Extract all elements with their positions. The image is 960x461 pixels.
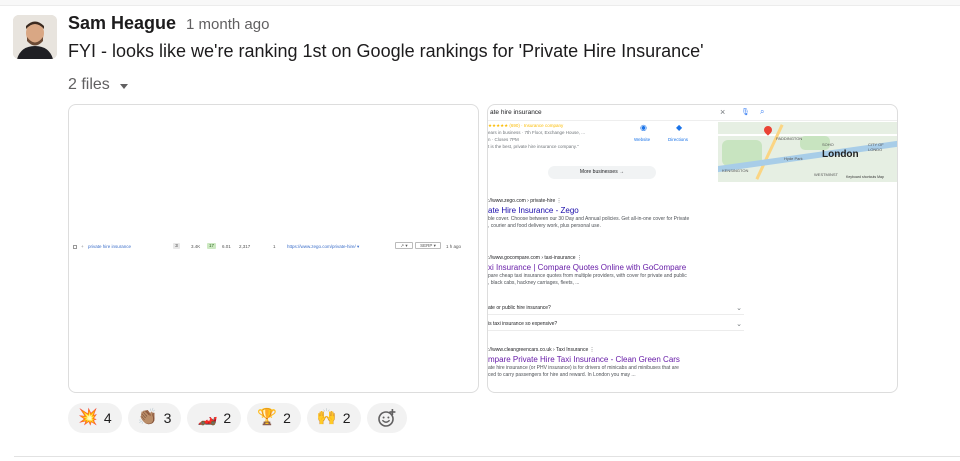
updated-time: 1 h ago xyxy=(446,244,462,249)
directions-link: Directions xyxy=(668,137,689,142)
faq-item-2: is taxi insurance so expensive? ⌄ xyxy=(488,318,744,331)
microphone-icon: 🎙 xyxy=(741,109,750,116)
faq-question: is taxi insurance so expensive? xyxy=(488,321,558,327)
map-label-kensington: KENSINGTON xyxy=(722,168,749,173)
add-reaction-button[interactable] xyxy=(366,403,407,433)
checkbox-icon xyxy=(73,245,77,249)
search-icon: ⌕ xyxy=(760,107,765,116)
raised-hands-icon: 🙌 xyxy=(316,409,337,426)
map-keyboard-shortcuts: Keyboard shortcuts Map xyxy=(846,175,884,179)
message-text: FYI - looks like we're ranking 1st on Go… xyxy=(68,41,704,61)
search-query: ate hire insurance xyxy=(490,109,542,116)
business-hours: n · Closes 7PM xyxy=(488,137,519,142)
result-snippet-2: ced to carry passengers for hire and rew… xyxy=(488,372,636,378)
clear-icon: × xyxy=(720,107,726,117)
caret-down-icon xyxy=(119,83,128,89)
faq-item-1: ate or public hire insurance? ⌄ xyxy=(488,302,744,315)
result-cite: ://www.gocompare.com › taxi-insurance ⋮ xyxy=(488,255,582,261)
serp-button: SERP ▾ xyxy=(415,242,441,249)
boom-icon: 💥 xyxy=(78,409,98,426)
message-timestamp[interactable]: 1 month ago xyxy=(186,16,269,33)
position-value: 1 xyxy=(273,244,276,249)
add-reaction-icon xyxy=(377,409,395,427)
traffic-value: 2,317 xyxy=(239,244,251,249)
chevron-down-icon: ⌄ xyxy=(736,305,742,312)
map-label-london: London xyxy=(822,149,859,160)
result-title: mpare Private Hire Taxi Insurance - Clea… xyxy=(488,355,680,364)
map-label-hyde-park: Hyde Park xyxy=(784,156,803,161)
faq-question: ate or public hire insurance? xyxy=(488,305,551,311)
result-snippet-2: , black cabs, hackney carriages, fleets,… xyxy=(488,280,580,286)
avatar[interactable] xyxy=(13,15,57,59)
result-cite: ://www.cleangreencars.co.uk › Taxi Insur… xyxy=(488,347,595,353)
clap-icon: 👏🏽 xyxy=(137,409,158,426)
cpc-value: 6.01 xyxy=(222,244,231,249)
result-title: xi Insurance | Compare Quotes Online wit… xyxy=(488,263,687,272)
files-label: 2 files xyxy=(68,76,110,93)
volume-value: 3.4K xyxy=(191,244,201,249)
google-search-bar: ate hire insurance × 🎙 ⌕ xyxy=(488,105,897,121)
search-result-2: ://www.gocompare.com › taxi-insurance ⋮ … xyxy=(488,254,748,287)
plus-icon: + xyxy=(81,244,84,249)
business-info: ★★★★★ (690) · Insurance company ears in … xyxy=(488,122,628,150)
bottom-divider xyxy=(14,456,960,457)
map-label-soho: SOHO xyxy=(822,142,834,147)
keyword-row: + private hire insurance 3 3.4K 17 6.01 … xyxy=(69,242,478,253)
reaction-trophy[interactable]: 🏆 2 xyxy=(247,403,301,433)
map-label-city: CITY OF LONDO xyxy=(868,142,884,152)
file-attachment-2[interactable]: ate hire insurance × 🎙 ⌕ ★★★★★ (690) · I… xyxy=(487,104,898,393)
reaction-count: 2 xyxy=(283,410,291,426)
globe-icon: ◉ xyxy=(640,123,647,132)
message-header: Sam Heague 1 month ago xyxy=(68,13,269,34)
map-road xyxy=(718,134,897,136)
reaction-racing-car[interactable]: 🏎️ 2 xyxy=(187,403,242,433)
reaction-count: 2 xyxy=(342,410,351,426)
map-label-paddington: PADDINGTON xyxy=(776,136,803,141)
reaction-clap[interactable]: 👏🏽 3 xyxy=(127,403,182,433)
avatar-photo xyxy=(13,15,57,59)
reaction-count: 3 xyxy=(163,410,172,426)
website-link: Website xyxy=(634,137,651,142)
map-preview: PADDINGTON SOHO CITY OF LONDO Hyde Park … xyxy=(718,122,897,182)
author-name[interactable]: Sam Heague xyxy=(68,13,176,34)
directions-icon: ◆ xyxy=(676,123,683,132)
ranking-url: https://www.zego.com/private-hire/ ▾ xyxy=(287,244,360,249)
business-details: ears in business · 7th Floor, Exchange H… xyxy=(488,130,586,135)
result-snippet: pare cheap taxi insurance quotes from mu… xyxy=(488,273,687,279)
result-cite: ://www.zego.com › private-hire ⋮ xyxy=(488,198,562,204)
rating-line: ★★★★★ (690) · Insurance company xyxy=(488,123,564,128)
reactions-bar: 💥 4 👏🏽 3 🏎️ 2 🏆 2 🙌 2 xyxy=(68,403,407,433)
more-businesses-button: More businesses → xyxy=(548,166,656,179)
reaction-count: 4 xyxy=(103,410,112,426)
search-result-1: ://www.zego.com › private-hire ⋮ ate Hir… xyxy=(488,197,748,230)
files-toggle[interactable]: 2 files xyxy=(68,76,128,94)
racing-car-icon: 🏎️ xyxy=(197,409,218,426)
kd-value: 3 xyxy=(173,243,180,249)
trophy-icon: 🏆 xyxy=(257,409,278,426)
chevron-down-icon: ⌄ xyxy=(736,321,742,328)
file-attachment-1[interactable]: + private hire insurance 3 3.4K 17 6.01 … xyxy=(68,104,479,393)
serp-screenshot: ate hire insurance × 🎙 ⌕ ★★★★★ (690) · I… xyxy=(488,105,897,392)
map-label-westminster: WESTMINST xyxy=(814,172,838,177)
result-snippet: ate hire insurance (or PHV insurance) is… xyxy=(488,365,679,371)
top-divider xyxy=(0,0,960,6)
search-result-3: ://www.cleangreencars.co.uk › Taxi Insur… xyxy=(488,346,748,379)
reaction-boom[interactable]: 💥 4 xyxy=(68,403,122,433)
result-snippet-2: , courier and food delivery work, plus p… xyxy=(488,223,601,229)
keyword-text: private hire insurance xyxy=(88,244,132,249)
trend-chart-button: ↗ ▾ xyxy=(395,242,413,249)
business-review: t is the best, private hire insurance co… xyxy=(488,144,579,149)
reaction-raised-hands[interactable]: 🙌 2 xyxy=(306,403,361,433)
tp-value: 17 xyxy=(207,243,216,249)
result-title: ate Hire Insurance - Zego xyxy=(488,206,579,215)
reaction-count: 2 xyxy=(223,410,232,426)
result-snippet: ble cover. Choose between our 30 Day and… xyxy=(488,216,690,222)
